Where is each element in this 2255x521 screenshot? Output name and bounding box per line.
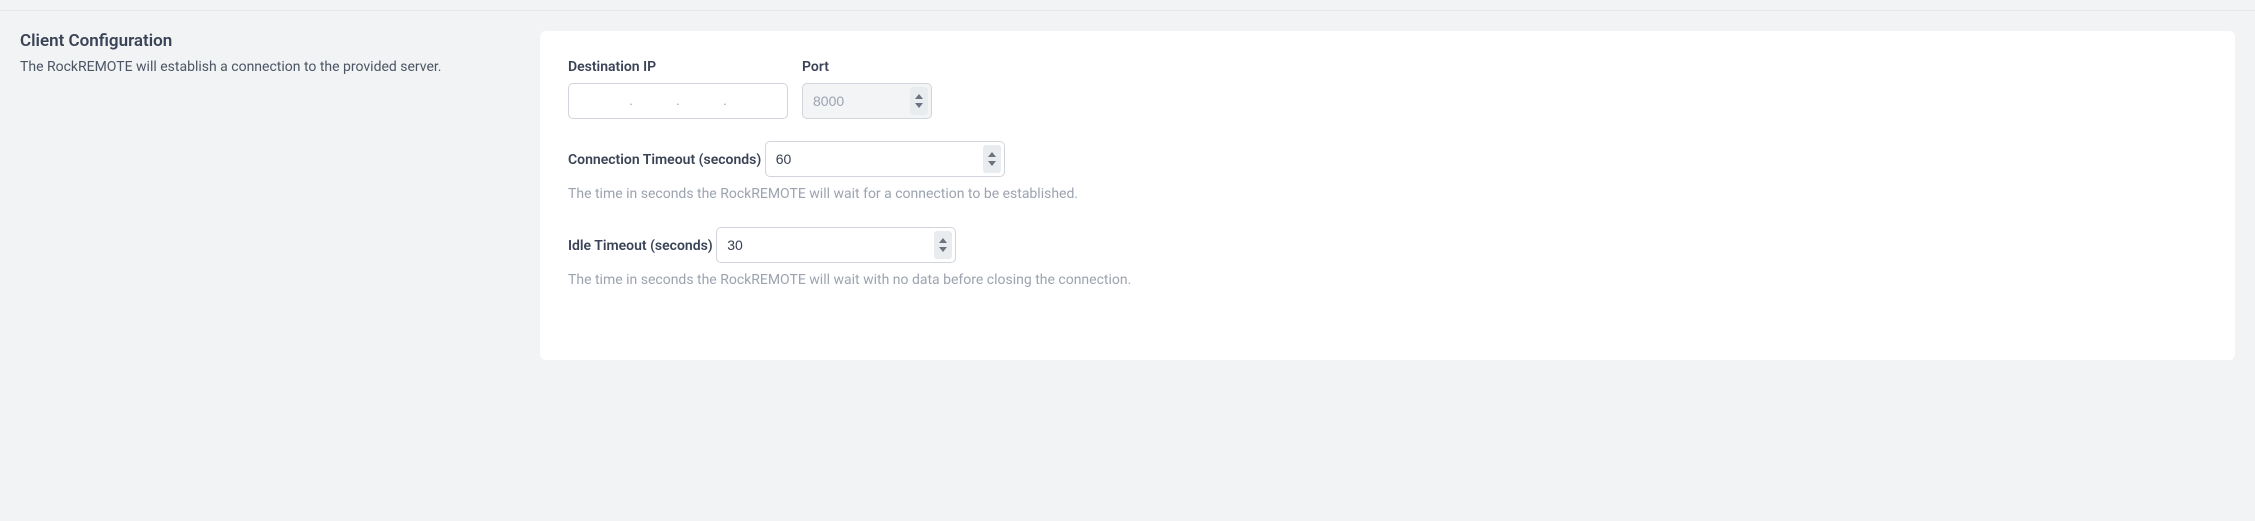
- chevron-down-icon: [915, 103, 923, 108]
- connection-timeout-spinner[interactable]: [983, 145, 1001, 173]
- chevron-down-icon: [988, 161, 996, 166]
- form-panel: Destination IP ... Port: [540, 31, 2235, 360]
- idle-timeout-input[interactable]: [716, 227, 956, 263]
- idle-timeout-input-wrap: [716, 227, 956, 263]
- connection-timeout-input-wrap: [765, 141, 1005, 177]
- connection-timeout-input[interactable]: [765, 141, 1005, 177]
- destination-ip-group: Destination IP ...: [568, 59, 788, 119]
- port-input-wrap: [802, 83, 932, 119]
- connection-timeout-label: Connection Timeout (seconds): [568, 152, 761, 168]
- idle-timeout-spinner[interactable]: [934, 231, 952, 259]
- client-configuration-section: Client Configuration The RockREMOTE will…: [0, 10, 2255, 380]
- destination-ip-input[interactable]: [568, 83, 788, 119]
- section-description: The RockREMOTE will establish a connecti…: [20, 57, 500, 78]
- ip-port-row: Destination IP ... Port: [568, 59, 2207, 119]
- idle-timeout-group: Idle Timeout (seconds) The time in secon…: [568, 227, 2207, 291]
- section-title: Client Configuration: [20, 31, 500, 51]
- section-header-col: Client Configuration The RockREMOTE will…: [20, 31, 520, 360]
- port-spinner[interactable]: [910, 87, 928, 115]
- connection-timeout-help: The time in seconds the RockREMOTE will …: [568, 185, 2207, 205]
- connection-timeout-group: Connection Timeout (seconds) The time in…: [568, 141, 2207, 205]
- port-group: Port: [802, 59, 932, 119]
- idle-timeout-label: Idle Timeout (seconds): [568, 238, 713, 254]
- idle-timeout-help: The time in seconds the RockREMOTE will …: [568, 271, 2207, 291]
- ip-input-wrap: ...: [568, 83, 788, 119]
- chevron-up-icon: [939, 238, 947, 243]
- chevron-up-icon: [988, 152, 996, 157]
- port-label: Port: [802, 59, 932, 75]
- destination-ip-label: Destination IP: [568, 59, 788, 75]
- chevron-up-icon: [915, 94, 923, 99]
- chevron-down-icon: [939, 247, 947, 252]
